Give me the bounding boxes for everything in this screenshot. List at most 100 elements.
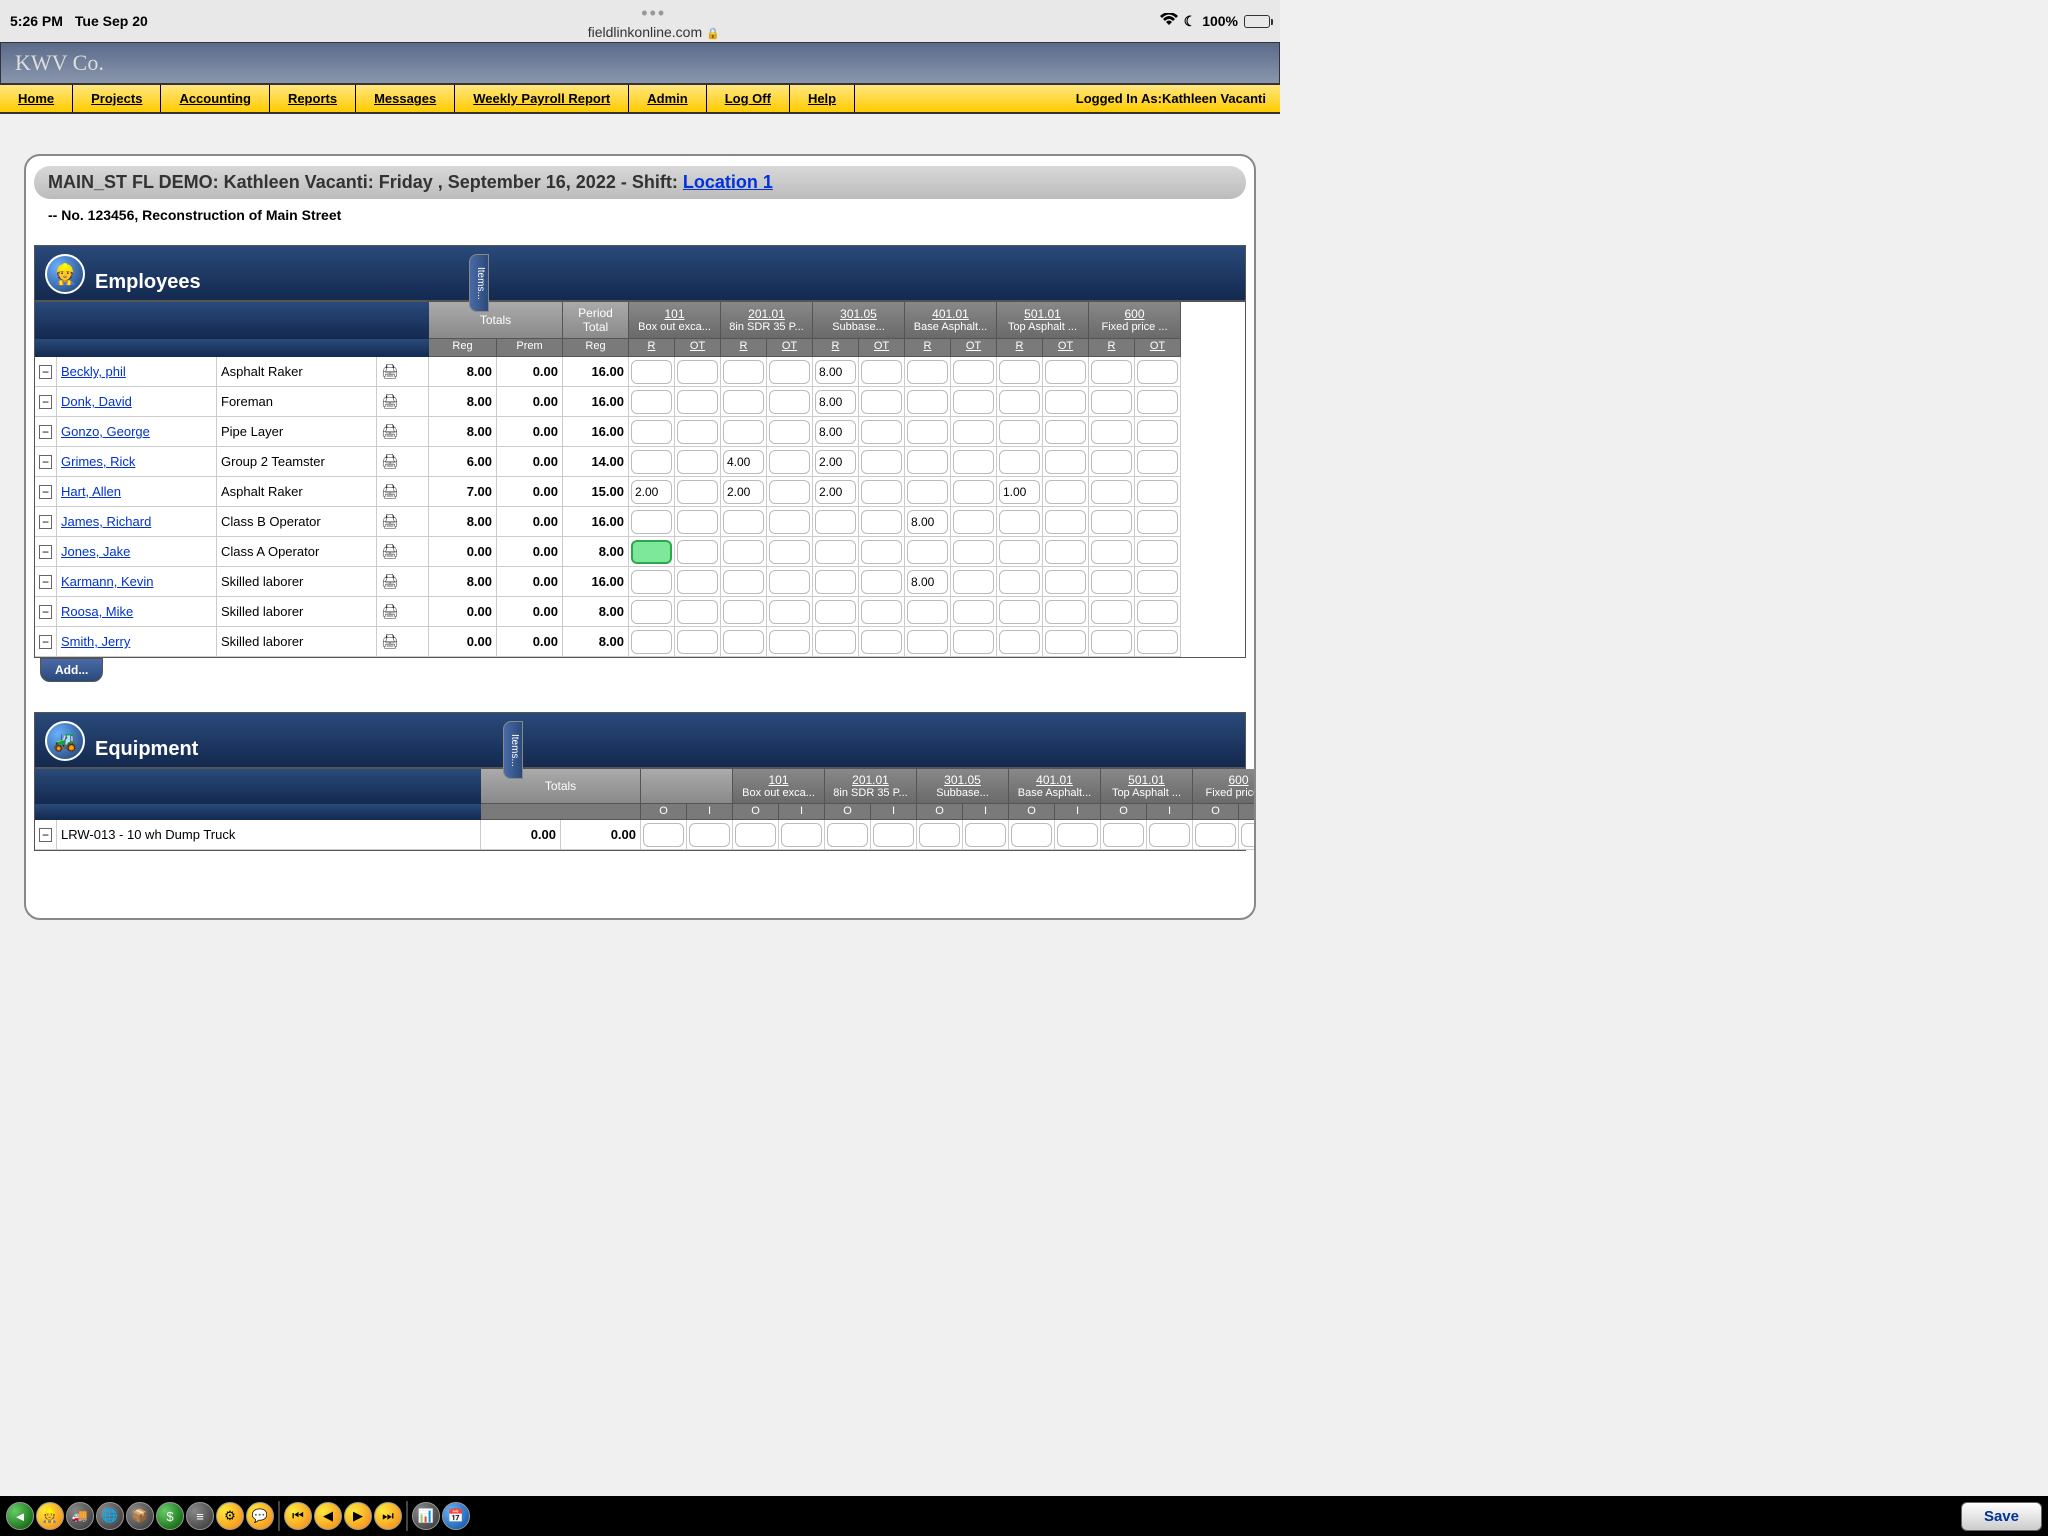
hours-input[interactable] bbox=[677, 570, 718, 594]
hours-input[interactable] bbox=[677, 510, 718, 534]
hours-input[interactable] bbox=[861, 510, 902, 534]
hours-input[interactable] bbox=[999, 420, 1040, 444]
hours-input[interactable] bbox=[907, 540, 948, 564]
hours-input[interactable] bbox=[907, 510, 948, 534]
hours-input[interactable] bbox=[815, 360, 856, 384]
hours-input[interactable] bbox=[1137, 570, 1178, 594]
hours-input[interactable] bbox=[723, 480, 764, 504]
eq-hours-input[interactable] bbox=[781, 823, 822, 847]
hours-input[interactable] bbox=[1091, 540, 1132, 564]
hours-input[interactable] bbox=[953, 450, 994, 474]
hours-input[interactable] bbox=[999, 510, 1040, 534]
tb-chart-icon[interactable]: 📊 bbox=[412, 1502, 440, 1530]
hours-input[interactable] bbox=[999, 600, 1040, 624]
nav-admin[interactable]: Admin bbox=[629, 85, 706, 112]
eq-hours-input[interactable] bbox=[873, 823, 914, 847]
hours-input[interactable] bbox=[907, 600, 948, 624]
hours-input[interactable] bbox=[1045, 450, 1086, 474]
hours-input[interactable] bbox=[769, 630, 810, 654]
hours-input[interactable] bbox=[1045, 600, 1086, 624]
hours-input[interactable] bbox=[815, 420, 856, 444]
expand-toggle[interactable]: − bbox=[35, 597, 57, 627]
tb-prev-icon[interactable]: ◀ bbox=[314, 1502, 342, 1530]
hours-input[interactable] bbox=[631, 540, 672, 564]
hours-input[interactable] bbox=[1045, 540, 1086, 564]
hours-input[interactable] bbox=[631, 510, 672, 534]
hours-input[interactable] bbox=[861, 540, 902, 564]
hours-input[interactable] bbox=[769, 420, 810, 444]
hours-input[interactable] bbox=[1137, 480, 1178, 504]
hours-input[interactable] bbox=[999, 540, 1040, 564]
hours-input[interactable] bbox=[677, 600, 718, 624]
hours-input[interactable] bbox=[1045, 390, 1086, 414]
eq-hours-input[interactable] bbox=[689, 823, 730, 847]
hours-input[interactable] bbox=[999, 630, 1040, 654]
print-row-icon[interactable]: 🖨 bbox=[377, 567, 429, 597]
hours-input[interactable] bbox=[1137, 600, 1178, 624]
hours-input[interactable] bbox=[815, 480, 856, 504]
eq-hours-input[interactable] bbox=[919, 823, 960, 847]
print-row-icon[interactable]: 🖨 bbox=[377, 627, 429, 657]
items-tab-eq[interactable]: Items... bbox=[503, 721, 523, 779]
expand-toggle[interactable]: − bbox=[35, 417, 57, 447]
hours-input[interactable] bbox=[861, 450, 902, 474]
eq-hours-input[interactable] bbox=[1057, 823, 1098, 847]
cost-code-link[interactable]: 401.01 bbox=[932, 307, 969, 321]
hours-input[interactable] bbox=[953, 600, 994, 624]
hours-input[interactable] bbox=[907, 630, 948, 654]
items-tab[interactable]: Items... bbox=[469, 254, 489, 312]
hours-input[interactable] bbox=[815, 450, 856, 474]
print-row-icon[interactable]: 🖨 bbox=[377, 387, 429, 417]
hours-input[interactable] bbox=[1137, 510, 1178, 534]
hours-input[interactable] bbox=[631, 630, 672, 654]
hours-input[interactable] bbox=[1137, 450, 1178, 474]
eq-hours-input[interactable] bbox=[1103, 823, 1144, 847]
browser-url[interactable]: fieldlinkonline.com bbox=[588, 24, 702, 40]
expand-toggle[interactable]: − bbox=[35, 627, 57, 657]
nav-weekly-payroll[interactable]: Weekly Payroll Report bbox=[455, 85, 629, 112]
tb-hardhat-icon[interactable]: 👷 bbox=[36, 1502, 64, 1530]
location-link[interactable]: Location 1 bbox=[683, 172, 773, 192]
eq-hours-input[interactable] bbox=[735, 823, 776, 847]
hours-input[interactable] bbox=[953, 540, 994, 564]
hours-input[interactable] bbox=[723, 630, 764, 654]
hours-input[interactable] bbox=[861, 390, 902, 414]
cost-code-link[interactable]: 201.01 bbox=[748, 307, 785, 321]
print-row-icon[interactable]: 🖨 bbox=[377, 507, 429, 537]
hours-input[interactable] bbox=[631, 600, 672, 624]
hours-input[interactable] bbox=[1091, 450, 1132, 474]
nav-accounting[interactable]: Accounting bbox=[161, 85, 270, 112]
hours-input[interactable] bbox=[723, 390, 764, 414]
hours-input[interactable] bbox=[723, 360, 764, 384]
expand-toggle[interactable]: − bbox=[35, 537, 57, 567]
hours-input[interactable] bbox=[861, 630, 902, 654]
hours-input[interactable] bbox=[907, 570, 948, 594]
employee-link[interactable]: Jones, Jake bbox=[61, 544, 130, 559]
hours-input[interactable] bbox=[631, 390, 672, 414]
cost-code-link[interactable]: 101 bbox=[664, 307, 684, 321]
expand-toggle[interactable]: − bbox=[35, 357, 57, 387]
tb-box-icon[interactable]: 📦 bbox=[126, 1502, 154, 1530]
hours-input[interactable] bbox=[677, 420, 718, 444]
tb-calendar-icon[interactable]: 📅 bbox=[442, 1502, 470, 1530]
eq-hours-input[interactable] bbox=[1241, 823, 1256, 847]
eq-hours-input[interactable] bbox=[965, 823, 1006, 847]
tab-dots-icon[interactable]: ••• bbox=[148, 3, 1160, 24]
tb-dollar-icon[interactable]: $ bbox=[156, 1502, 184, 1530]
employee-link[interactable]: Karmann, Kevin bbox=[61, 574, 154, 589]
nav-logoff[interactable]: Log Off bbox=[707, 85, 790, 112]
hours-input[interactable] bbox=[861, 360, 902, 384]
hours-input[interactable] bbox=[677, 360, 718, 384]
cost-code-link[interactable]: 600 bbox=[1228, 773, 1248, 787]
hours-input[interactable] bbox=[677, 630, 718, 654]
employee-link[interactable]: Grimes, Rick bbox=[61, 454, 135, 469]
hours-input[interactable] bbox=[677, 480, 718, 504]
eq-hours-input[interactable] bbox=[1149, 823, 1190, 847]
hours-input[interactable] bbox=[861, 570, 902, 594]
hours-input[interactable] bbox=[907, 480, 948, 504]
hours-input[interactable] bbox=[1137, 630, 1178, 654]
hours-input[interactable] bbox=[999, 480, 1040, 504]
hours-input[interactable] bbox=[631, 570, 672, 594]
nav-projects[interactable]: Projects bbox=[73, 85, 161, 112]
hours-input[interactable] bbox=[1045, 630, 1086, 654]
